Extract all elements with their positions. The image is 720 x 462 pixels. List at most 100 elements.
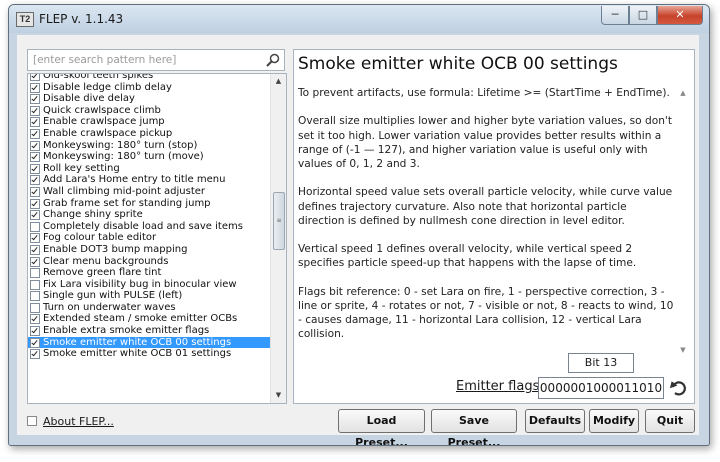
desc-scroll-down-icon[interactable]: ▼ <box>676 343 690 358</box>
list-item[interactable]: Enable extra smoke emitter flags <box>28 325 270 337</box>
save-preset-button[interactable]: Save Preset... <box>431 409 517 445</box>
list-item[interactable]: Old-skool teeth spikes <box>28 74 270 82</box>
list-item[interactable]: Enable crawlspace jump <box>28 116 270 128</box>
list-item[interactable]: Fog colour table editor <box>28 232 270 244</box>
desc-scroll-up-icon[interactable]: ▲ <box>676 86 690 101</box>
list-item-label: Monkeyswing: 180° turn (stop) <box>43 139 198 151</box>
checkbox[interactable] <box>30 128 40 139</box>
checkbox[interactable] <box>30 175 40 186</box>
scroll-thumb[interactable]: ≡ <box>273 192 285 250</box>
list-item-label: Enable crawlspace jump <box>43 116 165 128</box>
list-item[interactable]: Completely disable load and save items <box>28 221 270 233</box>
checkbox[interactable] <box>30 186 40 197</box>
description-text[interactable]: To prevent artifacts, use formula: Lifet… <box>298 86 674 338</box>
list-item[interactable]: Remove green flare tint <box>28 267 270 279</box>
description-paragraph: Flags bit reference: 0 - set Lara on fir… <box>298 285 674 338</box>
list-item[interactable]: Single gun with PULSE (left) <box>28 290 270 302</box>
list-item-label: Smoke emitter white OCB 00 settings <box>43 336 232 348</box>
search-icon[interactable] <box>265 52 281 68</box>
list-item[interactable]: Change shiny sprite <box>28 209 270 221</box>
list-item-label: Quick crawlspace climb <box>43 104 161 116</box>
list-item[interactable]: Monkeyswing: 180° turn (stop) <box>28 140 270 152</box>
list-item-label: Completely disable load and save items <box>43 220 243 232</box>
load-preset-button[interactable]: Load Preset... <box>338 409 425 445</box>
list-item[interactable]: Clear menu backgrounds <box>28 256 270 268</box>
checkbox[interactable] <box>30 279 40 290</box>
patch-list-scrollbar[interactable]: ▲ ≡ ▼ <box>270 74 286 403</box>
checkbox[interactable] <box>30 233 40 244</box>
list-item-label: Smoke emitter white OCB 01 settings <box>43 348 232 360</box>
list-item[interactable]: Wall climbing mid-point adjuster <box>28 186 270 198</box>
checkbox[interactable] <box>30 74 40 81</box>
caption-buttons: ─ □ ✕ <box>601 6 703 25</box>
list-item-label: Disable dive delay <box>43 93 135 105</box>
checkbox[interactable] <box>30 117 40 128</box>
title-bar[interactable]: T2 FLEP v. 1.1.43 ─ □ ✕ <box>9 5 709 33</box>
list-item-label: Fog colour table editor <box>43 232 157 244</box>
scroll-up-arrow-icon[interactable]: ▲ <box>271 74 286 89</box>
list-item[interactable]: Enable crawlspace pickup <box>28 128 270 140</box>
list-item-label: Clear menu backgrounds <box>43 255 169 267</box>
flep-window: T2 FLEP v. 1.1.43 ─ □ ✕ Old-skool teeth … <box>8 4 710 446</box>
list-item[interactable]: Add Lara's Home entry to title menu <box>28 174 270 186</box>
list-item-label: Enable crawlspace pickup <box>43 127 173 139</box>
undo-icon[interactable] <box>668 378 688 398</box>
list-item[interactable]: Roll key setting <box>28 163 270 175</box>
list-item[interactable]: Quick crawlspace climb <box>28 105 270 117</box>
checkbox[interactable] <box>30 221 40 232</box>
maximize-button[interactable]: □ <box>629 6 657 25</box>
checkbox[interactable] <box>30 210 40 221</box>
list-item[interactable]: Turn on underwater waves <box>28 302 270 314</box>
checkbox[interactable] <box>30 198 40 209</box>
defaults-button[interactable]: Defaults <box>525 409 585 433</box>
checkbox[interactable] <box>30 152 40 163</box>
minimize-button[interactable]: ─ <box>601 6 629 25</box>
patch-list[interactable]: Old-skool teeth spikes Disable ledge clim… <box>27 73 287 404</box>
description-scrollbar[interactable]: ▲ ▼ <box>676 86 690 358</box>
list-item-label: Disable ledge climb delay <box>43 81 172 93</box>
list-item[interactable]: Disable dive delay <box>28 93 270 105</box>
emitter-flags-field[interactable]: 0000001000011010 <box>538 377 664 399</box>
description-paragraph: Horizontal speed value sets overall part… <box>298 186 673 227</box>
list-item-label: Add Lara's Home entry to title menu <box>43 174 226 186</box>
checkbox[interactable] <box>30 326 40 337</box>
checkbox[interactable] <box>30 291 40 302</box>
list-item-label: Enable extra smoke emitter flags <box>43 325 210 337</box>
scroll-down-arrow-icon[interactable]: ▼ <box>271 388 286 403</box>
list-item-label: Extended steam / smoke emitter OCBs <box>43 313 238 325</box>
checkbox[interactable] <box>30 302 40 313</box>
document-icon <box>27 416 37 426</box>
checkbox[interactable] <box>30 82 40 93</box>
search-input[interactable] <box>28 50 259 70</box>
list-item-label: Grab frame set for standing jump <box>43 197 211 209</box>
app-icon: T2 <box>16 12 34 27</box>
checkbox[interactable] <box>30 256 40 267</box>
list-item-label: Fix Lara visibility bug in binocular vie… <box>43 278 237 290</box>
list-item-label: Roll key setting <box>43 162 120 174</box>
checkbox[interactable] <box>30 244 40 255</box>
list-item[interactable]: Enable DOT3 bump mapping <box>28 244 270 256</box>
list-item[interactable]: Extended steam / smoke emitter OCBs <box>28 313 270 325</box>
list-item[interactable]: Monkeyswing: 180° turn (move) <box>28 151 270 163</box>
checkbox[interactable] <box>30 94 40 105</box>
list-item[interactable]: Smoke emitter white OCB 01 settings <box>28 348 270 360</box>
close-button[interactable]: ✕ <box>657 6 703 25</box>
checkbox[interactable] <box>30 140 40 151</box>
description-paragraph: To prevent artifacts, use formula: Lifet… <box>298 87 670 99</box>
about-flep-link[interactable]: About FLEP... <box>27 415 114 428</box>
list-item[interactable]: Grab frame set for standing jump <box>28 198 270 210</box>
list-item[interactable]: Disable ledge climb delay <box>28 82 270 94</box>
window-title: FLEP v. 1.1.43 <box>39 12 124 26</box>
checkbox[interactable] <box>30 337 40 348</box>
checkbox[interactable] <box>30 163 40 174</box>
list-item-label: Change shiny sprite <box>43 209 143 221</box>
checkbox[interactable] <box>30 105 40 116</box>
quit-button[interactable]: Quit <box>645 409 695 433</box>
checkbox[interactable] <box>30 268 40 279</box>
checkbox[interactable] <box>30 349 40 360</box>
modify-button[interactable]: Modify <box>589 409 639 433</box>
checkbox[interactable] <box>30 314 40 325</box>
list-item[interactable]: Fix Lara visibility bug in binocular vie… <box>28 279 270 291</box>
search-box[interactable] <box>27 49 285 71</box>
list-item[interactable]: Smoke emitter white OCB 00 settings <box>28 336 270 349</box>
